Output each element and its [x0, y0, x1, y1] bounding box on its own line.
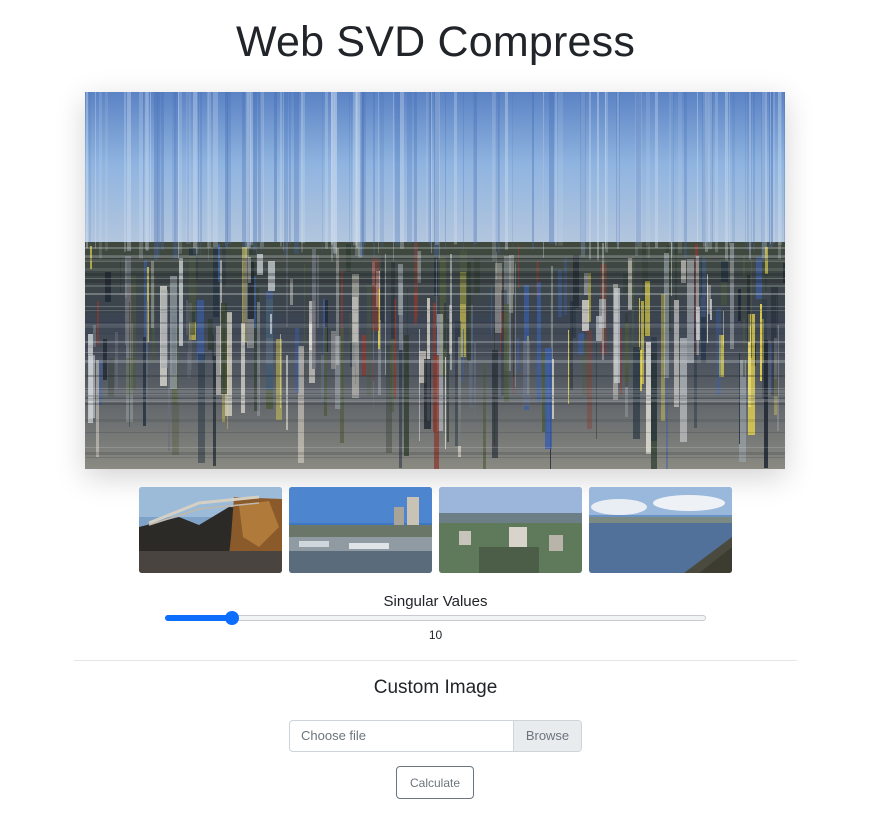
slider-handle[interactable] — [225, 611, 239, 625]
singular-values-value: 10 — [428, 628, 443, 642]
bay-thumbnail[interactable] — [589, 487, 732, 573]
calculate-button[interactable]: Calculate — [396, 766, 474, 799]
browse-button[interactable]: Browse — [513, 721, 581, 751]
section-divider — [74, 660, 797, 661]
sample-images — [139, 487, 732, 573]
file-chooser[interactable]: Choose file Browse — [289, 720, 582, 752]
slider-track — [165, 615, 706, 621]
singular-values-slider[interactable] — [165, 611, 706, 625]
compressed-image-preview — [85, 92, 785, 469]
slider-fill — [165, 615, 232, 621]
custom-image-heading: Custom Image — [373, 677, 498, 698]
page-title: Web SVD Compress — [235, 18, 636, 66]
waterfront-thumbnail[interactable] — [289, 487, 432, 573]
city-overview-thumbnail[interactable] — [439, 487, 582, 573]
bridge-thumbnail[interactable] — [139, 487, 282, 573]
file-placeholder[interactable]: Choose file — [290, 721, 513, 751]
singular-values-label: Singular Values — [383, 593, 488, 610]
